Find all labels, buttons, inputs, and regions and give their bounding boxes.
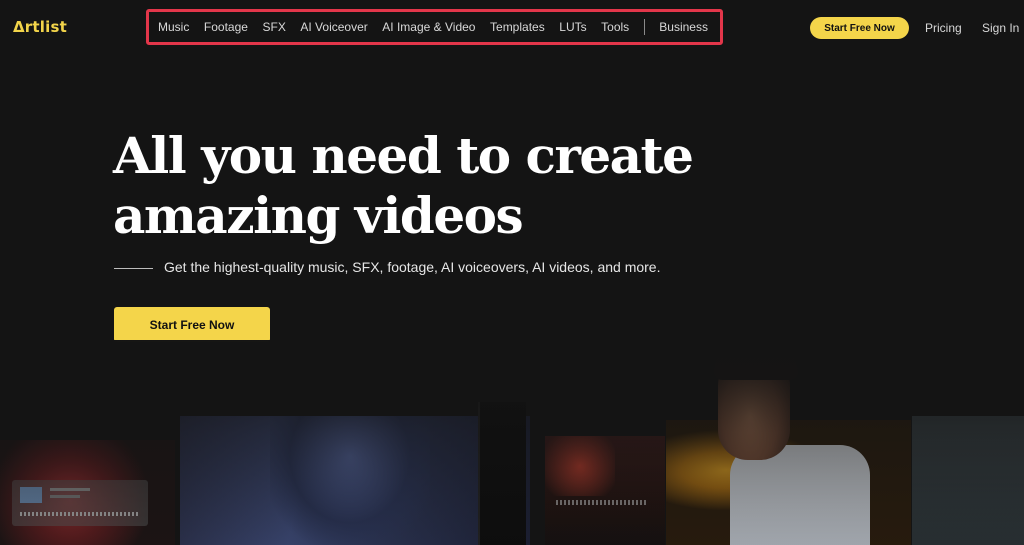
pricing-link[interactable]: Pricing	[925, 21, 962, 35]
nav-item-sfx[interactable]: SFX	[262, 20, 285, 34]
sign-in-link[interactable]: Sign In	[982, 21, 1019, 35]
hero-headline-line-2: amazing videos	[113, 186, 524, 245]
nav-item-ai-voiceover[interactable]: AI Voiceover	[300, 20, 367, 34]
hero-background-collage	[0, 340, 1024, 545]
nav-item-luts[interactable]: LUTs	[559, 20, 586, 34]
hero-headline-line-1: All you need to create	[113, 126, 694, 185]
nav-item-business[interactable]: Business	[659, 20, 708, 34]
nav-item-tools[interactable]: Tools	[601, 20, 629, 34]
nav-divider	[643, 19, 645, 35]
nav-item-templates[interactable]: Templates	[490, 20, 545, 34]
music-player-widget	[12, 480, 148, 526]
editing-monitor	[478, 402, 526, 545]
hero-subtitle: Get the highest-quality music, SFX, foot…	[164, 259, 661, 275]
editor-person-image	[700, 340, 900, 545]
nav-item-music[interactable]: Music	[158, 20, 189, 34]
top-navigation-bar: Δrtlist Music Footage SFX AI Voiceover A…	[0, 0, 1024, 56]
main-nav-menu: Music Footage SFX AI Voiceover AI Image …	[146, 9, 723, 45]
nav-item-footage[interactable]: Footage	[204, 20, 248, 34]
subtitle-dash	[114, 268, 153, 269]
hero-start-free-button[interactable]: Start Free Now	[114, 307, 270, 342]
hero-headline: All you need to create amazing videos	[113, 126, 813, 246]
concert-thumbnail	[545, 436, 665, 545]
artlist-logo[interactable]: Δrtlist	[13, 18, 67, 36]
nav-item-ai-image-video[interactable]: AI Image & Video	[382, 20, 475, 34]
sculpture-thumbnail	[912, 416, 1024, 545]
audio-waveform	[556, 500, 646, 505]
header-start-free-button[interactable]: Start Free Now	[810, 17, 909, 39]
